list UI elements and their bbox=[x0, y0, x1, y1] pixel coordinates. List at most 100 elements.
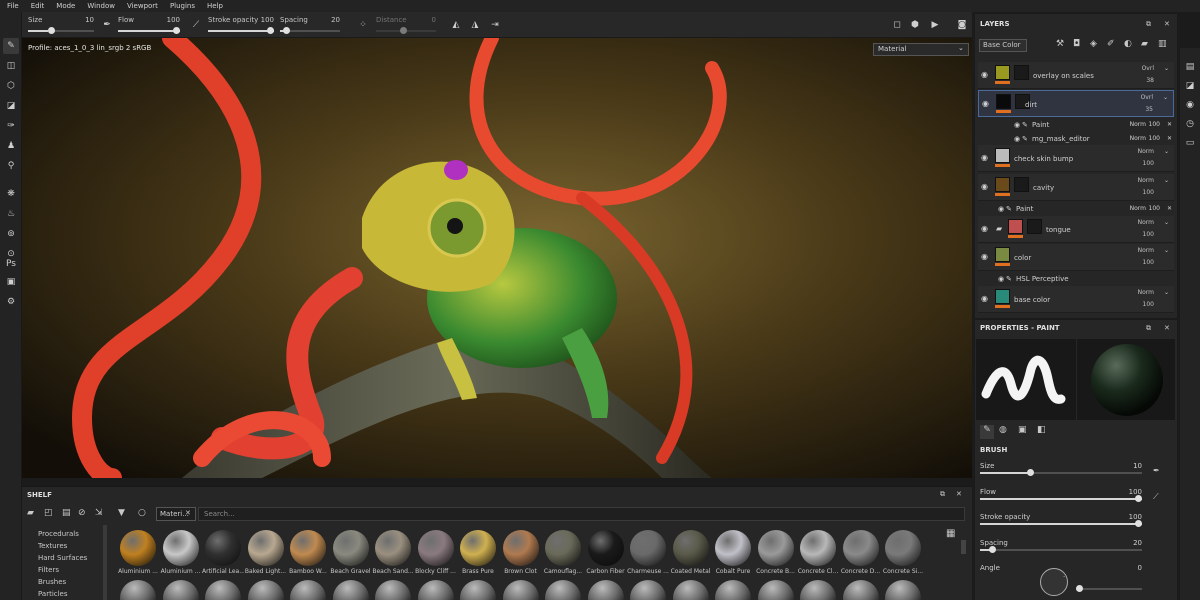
shelf-category-textures[interactable]: Textures bbox=[38, 542, 67, 550]
toolbar-stroke-opacity[interactable]: Stroke opacity 100 bbox=[208, 15, 274, 35]
add-fill-layer-icon[interactable]: ◈ bbox=[1090, 39, 1097, 49]
effect-row[interactable]: ◉ ✎ mg_mask_editor Norm 100 ✕ bbox=[1010, 132, 1174, 146]
close-icon[interactable]: ✕ bbox=[1167, 205, 1172, 212]
shelf-category-procedurals[interactable]: Procedurals bbox=[38, 530, 79, 538]
environment-icon[interactable]: ◉ bbox=[1183, 98, 1197, 112]
material-item-next-row[interactable] bbox=[117, 580, 159, 600]
layer-opacity[interactable]: 35 bbox=[1145, 106, 1153, 113]
lazy-mouse-icon[interactable]: ⁘ bbox=[356, 18, 370, 32]
effect-opacity[interactable]: 100 bbox=[1149, 135, 1160, 142]
material-item-next-row[interactable] bbox=[585, 580, 627, 600]
effect-blend-mode[interactable]: Norm bbox=[1130, 121, 1146, 128]
eye-icon[interactable]: ◉ bbox=[981, 70, 988, 79]
close-icon[interactable]: ✕ bbox=[1164, 20, 1170, 28]
float-panel-icon[interactable]: ⧉ bbox=[1146, 324, 1151, 333]
shelf-category-hard-surfaces[interactable]: Hard Surfaces bbox=[38, 554, 87, 562]
brush-param-slider[interactable]: Size 10 bbox=[980, 462, 1142, 484]
layer-blend-mode[interactable]: Norm bbox=[1138, 219, 1154, 226]
add-effect-icon[interactable]: ⚒ bbox=[1056, 39, 1064, 49]
eye-icon[interactable]: ◉ bbox=[998, 205, 1004, 213]
material-item-next-row[interactable] bbox=[542, 580, 584, 600]
delete-icon[interactable]: ▤ bbox=[62, 508, 71, 518]
material-item[interactable]: Beach Gravel bbox=[330, 530, 372, 575]
param-value[interactable]: 20 bbox=[1133, 539, 1142, 547]
material-item-next-row[interactable] bbox=[712, 580, 754, 600]
filter-icon[interactable]: ▼ bbox=[118, 508, 125, 518]
material-item[interactable]: Aluminium ... bbox=[160, 530, 202, 575]
viewport-mode-select[interactable]: Material bbox=[873, 43, 969, 56]
chevron-down-icon[interactable]: ⌄ bbox=[1164, 65, 1169, 72]
grid-view-icon[interactable]: ▦ bbox=[946, 528, 955, 539]
new-item-icon[interactable]: ◰ bbox=[44, 508, 53, 518]
layer-blend-mode[interactable]: Norm bbox=[1138, 148, 1154, 155]
brush-param-slider[interactable]: Flow 100 bbox=[980, 488, 1142, 510]
material-item-next-row[interactable] bbox=[500, 580, 542, 600]
brush-tab-icon[interactable]: ✎ bbox=[980, 425, 994, 439]
effect-row[interactable]: ◉ ✎ HSL Perceptive bbox=[994, 272, 1174, 286]
image-icon[interactable]: ▣ bbox=[3, 274, 19, 290]
material-item[interactable]: Concrete Si... bbox=[882, 530, 924, 575]
menu-file[interactable]: File bbox=[7, 2, 19, 10]
view-3d-icon[interactable]: ⬢ bbox=[908, 18, 922, 32]
stencil-tab-icon[interactable]: ▣ bbox=[1018, 425, 1027, 435]
chevron-down-icon[interactable]: ⌄ bbox=[1164, 247, 1169, 254]
material-item-next-row[interactable] bbox=[797, 580, 839, 600]
chevron-down-icon[interactable]: ⌄ bbox=[1164, 148, 1169, 155]
effect-opacity[interactable]: 100 bbox=[1149, 121, 1160, 128]
material-item[interactable]: Bamboo W... bbox=[287, 530, 329, 575]
param-value[interactable]: 0 bbox=[1138, 564, 1142, 572]
eye-icon[interactable]: ◉ bbox=[1014, 135, 1020, 143]
viewport-3d[interactable] bbox=[22, 38, 972, 478]
symmetry-z-icon[interactable]: ⇥ bbox=[488, 18, 502, 32]
menu-help[interactable]: Help bbox=[207, 2, 223, 10]
close-icon[interactable]: ✕ bbox=[1164, 324, 1170, 332]
shelf-search-input[interactable]: Search... bbox=[198, 507, 965, 521]
brush-param-slider[interactable]: Spacing 20 bbox=[980, 539, 1142, 561]
circle-filter-icon[interactable]: ○ bbox=[138, 508, 146, 518]
photoshop-icon[interactable]: Ps bbox=[3, 256, 19, 272]
layer-row[interactable]: ◉ check skin bump Norm 100 ⌄ bbox=[978, 145, 1174, 172]
layer-blend-mode[interactable]: Norm bbox=[1138, 177, 1154, 184]
material-item[interactable]: Coated Metal bbox=[670, 530, 712, 575]
eye-icon[interactable]: ◉ bbox=[981, 252, 988, 261]
measure-icon[interactable]: ⊚ bbox=[3, 226, 19, 242]
add-folder-icon[interactable]: ▰ bbox=[1141, 39, 1148, 49]
layer-opacity[interactable]: 100 bbox=[1143, 160, 1154, 167]
layer-blend-mode[interactable]: Norm bbox=[1138, 247, 1154, 254]
particle-icon[interactable]: ❋ bbox=[3, 186, 19, 202]
layer-row[interactable]: ◉ base color Norm 100 ⌄ bbox=[978, 286, 1174, 313]
eye-icon[interactable]: ◉ bbox=[981, 182, 988, 191]
param-value[interactable]: 10 bbox=[1133, 462, 1142, 470]
material-item-next-row[interactable] bbox=[457, 580, 499, 600]
material-item[interactable]: Concrete Cl... bbox=[797, 530, 839, 575]
eye-icon[interactable]: ◉ bbox=[998, 275, 1004, 283]
material-item-next-row[interactable] bbox=[627, 580, 669, 600]
shelf-category-brushes[interactable]: Brushes bbox=[38, 578, 66, 586]
toolbar-distance[interactable]: Distance 0 bbox=[376, 15, 436, 35]
material-item-next-row[interactable] bbox=[372, 580, 414, 600]
pen-pressure-icon[interactable]: ✒ bbox=[100, 18, 114, 32]
shelf-material-scrollbar[interactable] bbox=[961, 540, 966, 554]
material-item[interactable]: Cobalt Pure bbox=[712, 530, 754, 575]
brush-param-slider[interactable]: Stroke opacity 100 bbox=[980, 513, 1142, 535]
material-item[interactable]: Charmeuse ... bbox=[627, 530, 669, 575]
alpha-tab-icon[interactable]: ◍ bbox=[999, 425, 1007, 435]
chevron-down-icon[interactable]: ⌄ bbox=[1163, 94, 1168, 101]
settings-icon[interactable]: ⚙ bbox=[3, 294, 19, 310]
bake-icon[interactable]: ♨ bbox=[3, 206, 19, 222]
size-pressure-icon[interactable]: ✒ bbox=[1153, 466, 1160, 475]
projection-icon[interactable]: ⬡ bbox=[3, 78, 19, 94]
chevron-down-icon[interactable]: ⌄ bbox=[1164, 289, 1169, 296]
history-icon[interactable]: ◷ bbox=[1183, 117, 1197, 131]
effect-opacity[interactable]: 100 bbox=[1149, 205, 1160, 212]
channel-select[interactable]: Base Color bbox=[979, 39, 1027, 52]
close-icon[interactable]: ✕ bbox=[1167, 121, 1172, 128]
toolbar-spacing[interactable]: Spacing 20 bbox=[280, 15, 340, 35]
layer-blend-mode[interactable]: Norm bbox=[1138, 289, 1154, 296]
folder-icon[interactable]: ▰ bbox=[27, 508, 34, 518]
close-icon[interactable]: ✕ bbox=[956, 490, 962, 498]
effect-blend-mode[interactable]: Norm bbox=[1130, 205, 1146, 212]
shelf-category-filters[interactable]: Filters bbox=[38, 566, 59, 574]
add-paint-layer-icon[interactable]: ✐ bbox=[1107, 39, 1115, 49]
layer-opacity[interactable]: 100 bbox=[1143, 189, 1154, 196]
